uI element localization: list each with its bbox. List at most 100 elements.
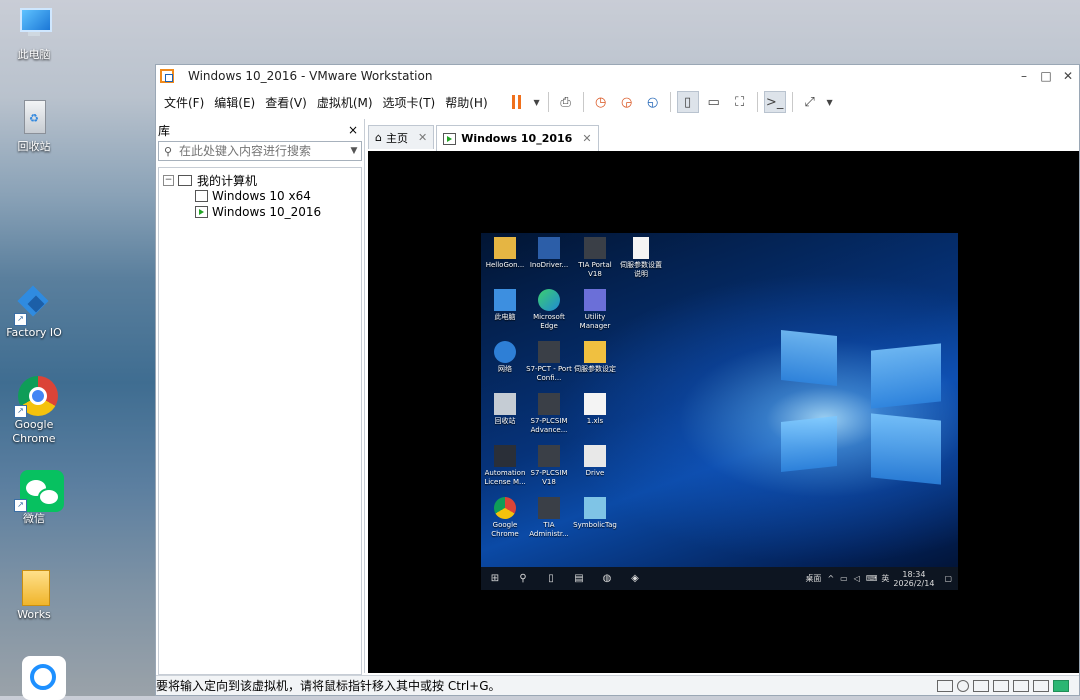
tab-close-icon[interactable]: ✕ [418, 131, 427, 144]
task-view-icon[interactable]: ▯ [537, 573, 565, 584]
desktop-icon-partial[interactable] [4, 656, 66, 700]
power-dropdown-button[interactable]: ▼ [532, 91, 542, 113]
guest-icon[interactable]: InoDriver... [525, 237, 573, 270]
guest-icon[interactable]: HelloGon... [481, 237, 529, 270]
app-icon [14, 656, 66, 700]
menu-file[interactable]: 文件(F) [164, 94, 204, 111]
tree-item-vm[interactable]: Windows 10 x64 [159, 188, 361, 204]
collapse-icon[interactable]: − [163, 174, 174, 186]
chevron-up-icon[interactable]: ^ [827, 574, 834, 583]
guest-icon[interactable]: S7-PCT - Port Confi... [525, 341, 573, 383]
desktop-toolbar-label[interactable]: 桌面 [805, 573, 821, 584]
vm-console[interactable]: HelloGon... 此电脑 网络 回收站 Automation Licens… [368, 151, 1079, 673]
pause-button[interactable] [506, 91, 528, 113]
menu-tabs[interactable]: 选项卡(T) [383, 94, 436, 111]
shortcut-arrow-icon: ↗ [14, 405, 27, 418]
stretch-guest-button[interactable]: ⤢ [799, 91, 821, 113]
tree-item-vm-running[interactable]: Windows 10_2016 [159, 204, 361, 220]
recycle-bin-icon [494, 393, 516, 415]
snapshot-manager-button[interactable]: ◵ [642, 91, 664, 113]
shortcut-arrow-icon: ↗ [14, 313, 27, 326]
guest-icon[interactable]: Automation License M... [481, 445, 529, 487]
stretch-dropdown-button[interactable]: ▼ [825, 91, 835, 113]
recycle-bin-icon: ♻ [14, 98, 54, 138]
windows-logo-pane [871, 343, 941, 409]
vm-running-icon [443, 132, 457, 145]
desktop-icon-this-pc[interactable]: 此电脑 [4, 6, 64, 62]
fullscreen-icon: ⛶ [735, 94, 745, 110]
tray-clock[interactable]: 18:34 2026/2/14 [893, 570, 934, 588]
menu-edit[interactable]: 编辑(E) [214, 94, 255, 111]
device-hdd-icon[interactable] [937, 679, 953, 692]
revert-snapshot-button[interactable]: ◶ [616, 91, 638, 113]
notification-icon[interactable]: ▢ [944, 574, 952, 583]
volume-tray-icon[interactable]: ◁ [854, 574, 860, 583]
guest-icon[interactable]: S7-PLCSIM V18 [525, 445, 573, 487]
guest-icon[interactable]: TIA Administr... [525, 497, 573, 539]
desktop-icon-factory-io[interactable]: ↗ Factory IO [4, 284, 64, 340]
tab-vm[interactable]: Windows 10_2016 ✕ [436, 125, 599, 151]
taskbar-app-icon[interactable]: ▤ [565, 573, 593, 584]
menu-vm[interactable]: 虚拟机(M) [317, 94, 373, 111]
start-icon[interactable]: ⊞ [481, 573, 509, 584]
taskbar-app-icon[interactable]: ◍ [593, 573, 621, 584]
menu-view[interactable]: 查看(V) [265, 94, 307, 111]
library-title: 库 [158, 123, 171, 138]
console-view-button[interactable]: >_ [763, 91, 786, 113]
pause-icon [512, 95, 522, 109]
plcsim-icon [538, 393, 560, 415]
desktop-icon-recycle-bin[interactable]: ♻ 回收站 [4, 98, 64, 154]
search-icon[interactable]: ⚲ [509, 573, 537, 584]
input-language[interactable]: 英 [881, 573, 889, 584]
keyboard-tray-icon[interactable]: ⌨ [866, 574, 878, 583]
guest-icon[interactable]: 1.xls [571, 393, 619, 426]
maximize-button[interactable]: □ [1035, 69, 1057, 83]
library-close-button[interactable]: × [348, 123, 358, 137]
network-tray-icon[interactable]: ▭ [840, 574, 848, 583]
desktop-icon-works-folder[interactable]: Works [4, 566, 64, 622]
guest-icon[interactable]: 回收站 [481, 393, 529, 426]
vmware-logo-icon [160, 69, 174, 83]
guest-icon[interactable]: 网络 [481, 341, 529, 374]
toolbar-separator [791, 92, 793, 112]
tab-home[interactable]: ⌂ 主页 ✕ [368, 125, 435, 149]
chevron-down-icon[interactable]: ▼ [347, 146, 361, 156]
minimize-button[interactable]: – [1013, 69, 1035, 83]
send-ctrl-alt-del-button[interactable]: ⎙ [555, 91, 577, 113]
guest-icon[interactable]: 伺服参数设置说明 [617, 237, 665, 279]
tray-time: 18:34 [902, 569, 926, 579]
device-sound-icon[interactable] [1013, 679, 1029, 692]
guest-desktop[interactable]: HelloGon... 此电脑 网络 回收站 Automation Licens… [481, 233, 958, 590]
device-display-icon[interactable] [1033, 679, 1049, 692]
guest-icon[interactable]: Microsoft Edge [525, 289, 573, 331]
library-search-input[interactable] [177, 143, 347, 159]
full-screen-button[interactable]: ⛶ [729, 91, 751, 113]
guest-icon[interactable]: Google Chrome [481, 497, 529, 539]
guest-icon[interactable]: 此电脑 [481, 289, 529, 322]
close-button[interactable]: ✕ [1057, 69, 1079, 83]
guest-icon[interactable]: Utility Manager [571, 289, 619, 331]
device-usb-icon[interactable] [993, 679, 1009, 692]
taskbar-app-icon[interactable]: ◈ [621, 573, 649, 584]
thumbnail-bar-button[interactable]: ▭ [703, 91, 725, 113]
guest-icon[interactable]: S7-PLCSIM Advance... [525, 393, 573, 435]
device-network-icon[interactable] [973, 679, 989, 692]
guest-icon[interactable]: Drive [571, 445, 619, 478]
snapshot-button[interactable]: ◷ [590, 91, 612, 113]
device-cd-icon[interactable] [957, 679, 969, 692]
snapshot-clock-icon: ◷ [594, 94, 607, 110]
desktop-icon-chrome[interactable]: ↗ Google Chrome [4, 376, 64, 446]
tab-strip: ⌂ 主页 ✕ Windows 10_2016 ✕ [368, 125, 601, 151]
symbolic-tag-icon [584, 497, 606, 519]
guest-icon[interactable]: SymbolicTag [571, 497, 619, 530]
notification-badge-icon[interactable] [1053, 679, 1069, 692]
desktop-icon-wechat[interactable]: ↗ 微信 [4, 470, 64, 526]
guest-icon[interactable]: TIA Portal V18 [571, 237, 619, 279]
shortcut-arrow-icon: ↗ [14, 499, 27, 512]
tree-item-my-computer[interactable]: − 我的计算机 [159, 172, 361, 188]
toolbar-separator [582, 92, 584, 112]
guest-icon[interactable]: 伺服参数设定 [571, 341, 619, 374]
menu-help[interactable]: 帮助(H) [445, 94, 487, 111]
show-library-button[interactable]: ▯ [676, 91, 699, 113]
tab-close-icon[interactable]: ✕ [582, 132, 591, 145]
